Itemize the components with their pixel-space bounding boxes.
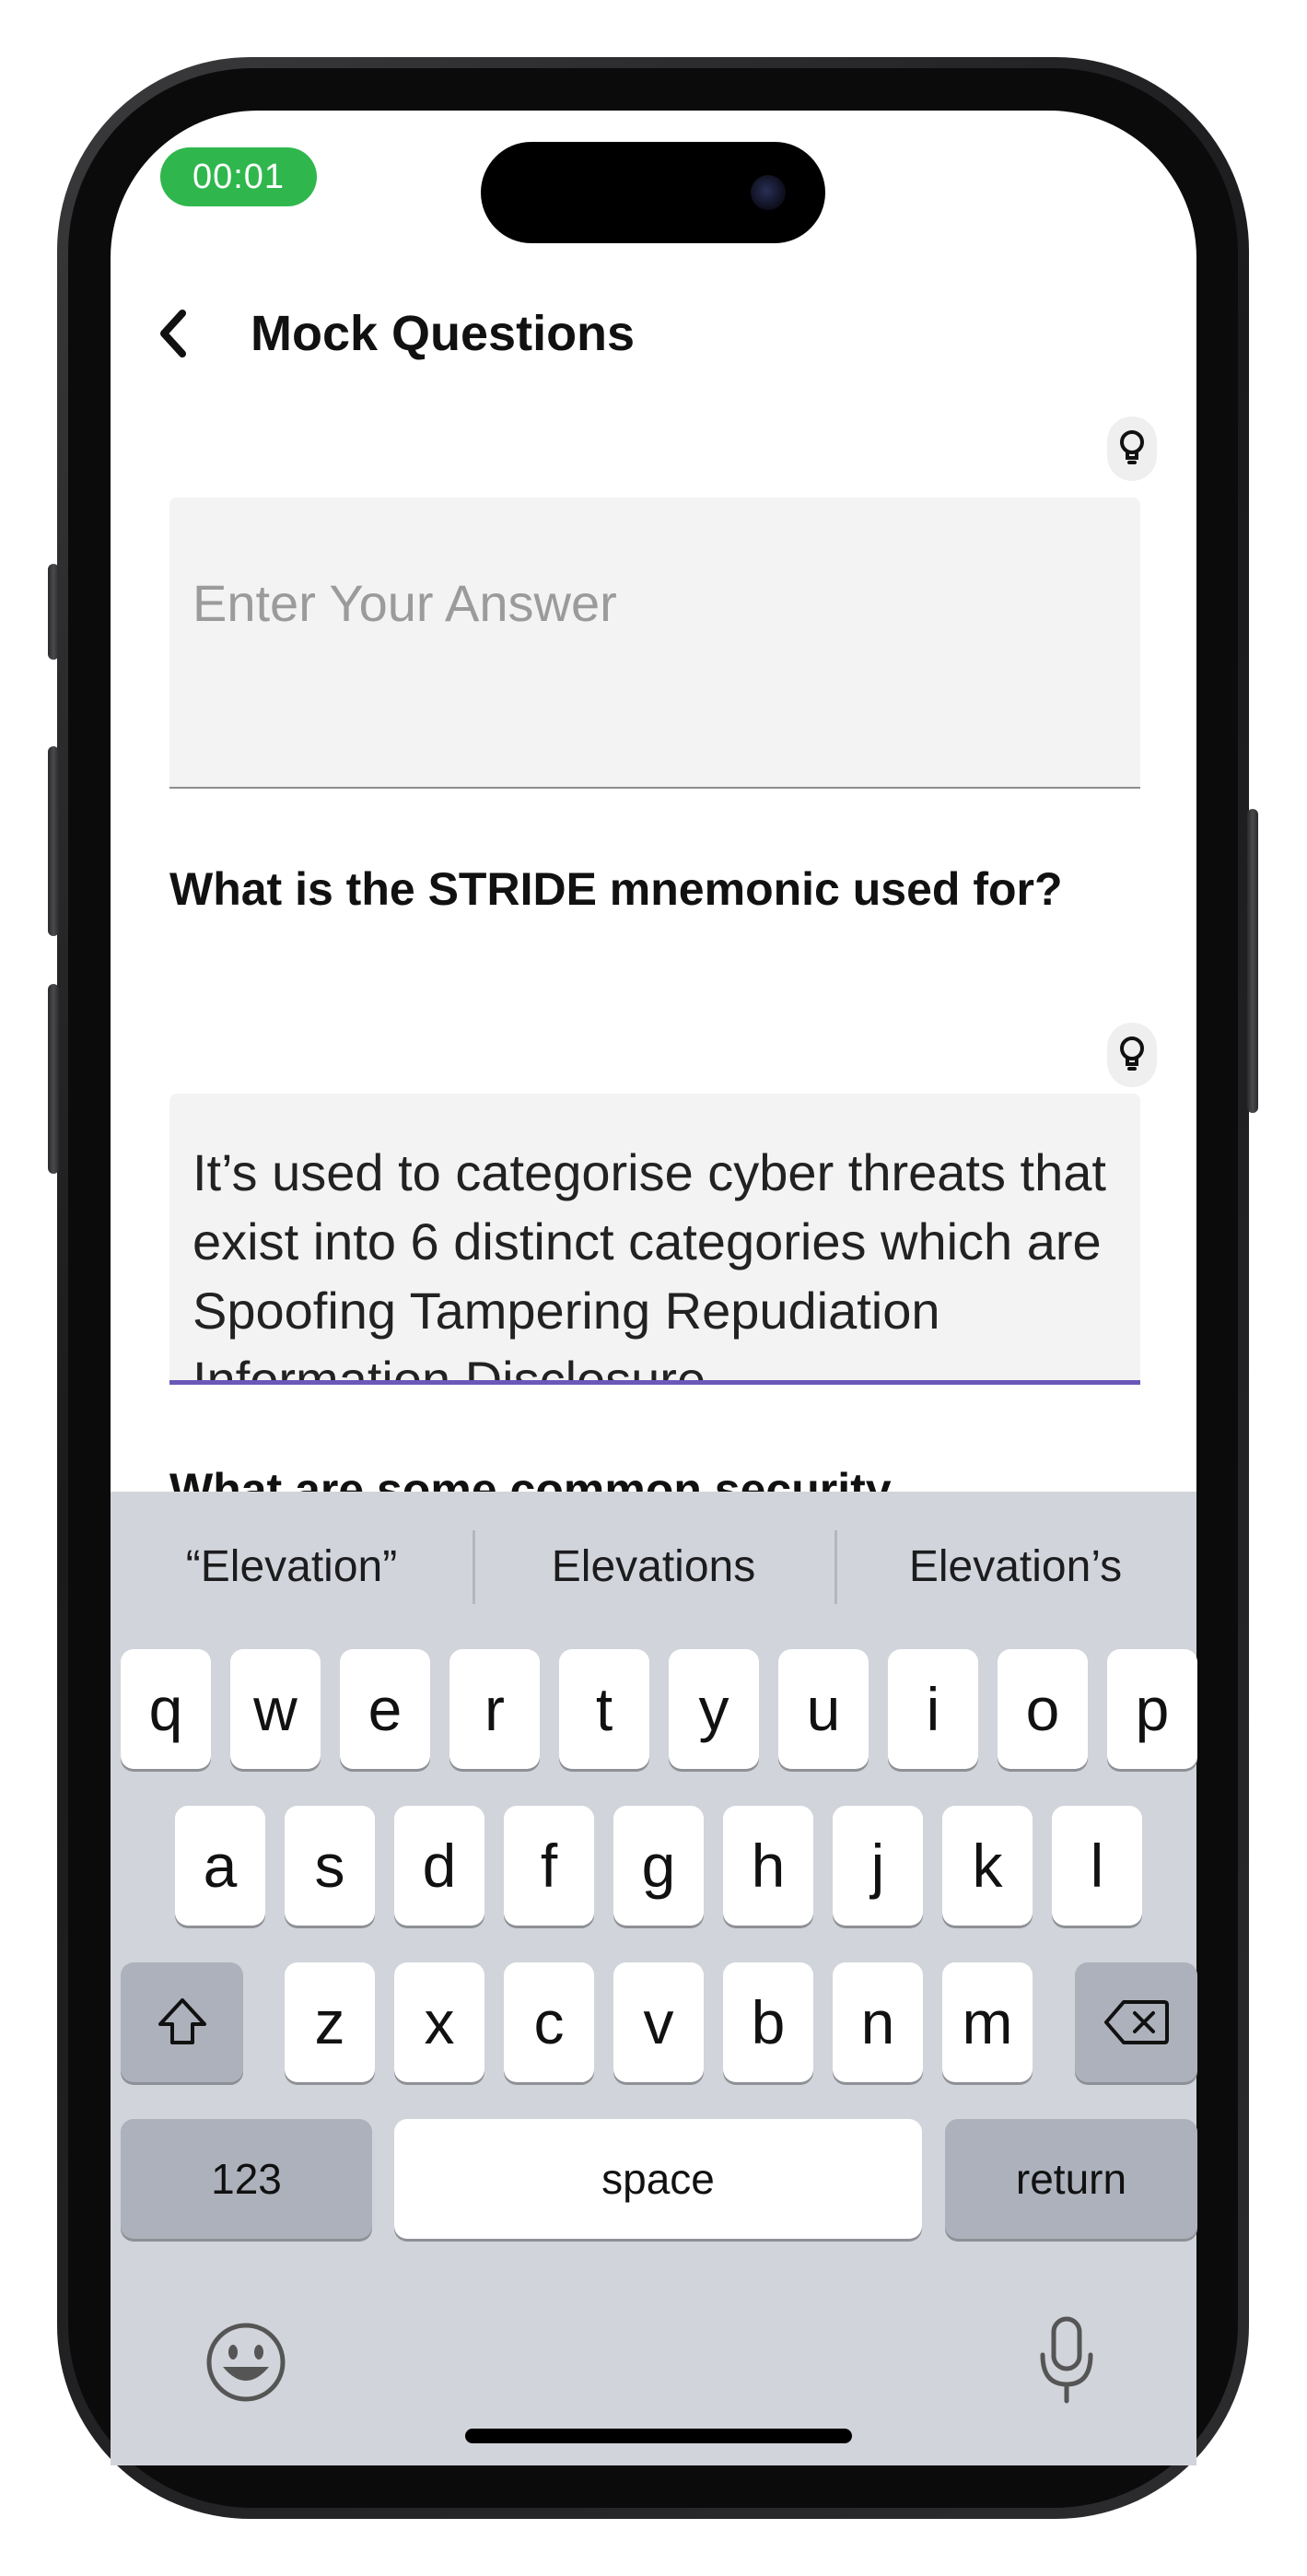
key-i[interactable]: i [888,1649,978,1769]
lightbulb-icon [1120,430,1144,464]
action-button [48,564,59,660]
power-button [1247,809,1258,1113]
key-s[interactable]: s [285,1806,375,1926]
return-key[interactable]: return [945,2119,1197,2239]
question-text: What is the STRIDE mnemonic used for? [169,863,1063,915]
key-v[interactable]: v [613,1962,704,2082]
suggestion-1[interactable]: “Elevation” [111,1492,473,1641]
home-indicator [465,2429,852,2443]
key-j[interactable]: j [833,1806,923,1926]
key-u[interactable]: u [778,1649,869,1769]
key-l[interactable]: l [1052,1806,1142,1926]
answer-placeholder: Enter Your Answer [193,574,617,632]
key-q[interactable]: q [121,1649,211,1769]
timer-badge: 00:01 [160,147,317,206]
microphone-icon [1040,2316,1093,2404]
shift-key[interactable] [121,1962,243,2082]
emoji-icon [206,2323,286,2402]
suggestion-2[interactable]: Elevations [473,1492,834,1641]
chevron-left-icon [160,310,186,357]
space-key[interactable]: space [394,2119,922,2239]
key-k[interactable]: k [942,1806,1033,1926]
volume-down-button [48,984,59,1174]
answer-input-focused[interactable]: It’s used to categorise cyber threats th… [169,1094,1140,1385]
key-p[interactable]: p [1107,1649,1197,1769]
keyboard: “Elevation” Elevations Elevation’s q w e… [111,1492,1197,2465]
lightbulb-icon [1120,1036,1144,1071]
microphone-button[interactable] [1034,2314,1099,2406]
key-y[interactable]: y [669,1649,759,1769]
page-title: Mock Questions [251,306,636,361]
key-c[interactable]: c [504,1962,594,2082]
front-camera [751,175,786,210]
suggestion-3[interactable]: Elevation’s [834,1492,1196,1641]
key-x[interactable]: x [394,1962,484,2082]
key-f[interactable]: f [504,1806,594,1926]
key-a[interactable]: a [175,1806,265,1926]
key-w[interactable]: w [230,1649,321,1769]
key-o[interactable]: o [998,1649,1088,1769]
hint-button[interactable] [1107,416,1157,481]
volume-up-button [48,746,59,936]
key-z[interactable]: z [285,1962,375,2082]
key-m[interactable]: m [942,1962,1033,2082]
numbers-key[interactable]: 123 [121,2119,372,2239]
answer-text: It’s used to categorise cyber threats th… [193,1143,1106,1385]
key-g[interactable]: g [613,1806,704,1926]
shift-icon [158,1998,206,2044]
answer-input[interactable]: Enter Your Answer [169,498,1140,789]
key-d[interactable]: d [394,1806,484,1926]
key-r[interactable]: r [449,1649,540,1769]
key-n[interactable]: n [833,1962,923,2082]
key-t[interactable]: t [559,1649,649,1769]
emoji-button[interactable] [204,2321,287,2404]
hint-button[interactable] [1107,1023,1157,1087]
key-h[interactable]: h [723,1806,813,1926]
key-b[interactable]: b [723,1962,813,2082]
back-button[interactable] [147,297,199,370]
delete-icon [1103,2000,1169,2044]
key-e[interactable]: e [340,1649,430,1769]
delete-key[interactable] [1075,1962,1197,2082]
